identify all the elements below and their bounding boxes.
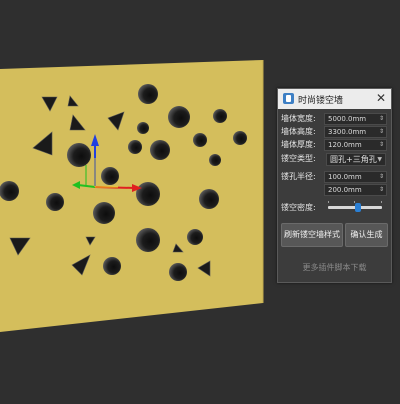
radius-min-spinner[interactable]: 100.0mm ⇕ (324, 171, 387, 183)
wall-height-value: 3300.0mm (328, 128, 367, 136)
slider-tick (328, 201, 329, 203)
density-slider[interactable] (328, 201, 382, 212)
chevron-down-icon[interactable]: ▼ (377, 154, 382, 165)
radius-label: 镂孔半径: (281, 172, 316, 181)
wall-thickness-label: 墙体厚度: (281, 140, 316, 149)
spinner-arrows-icon[interactable]: ⇕ (379, 114, 384, 124)
hollow-type-label: 镂空类型: (281, 154, 316, 163)
radius-max-value: 200.0mm (328, 186, 362, 194)
hollow-type-value: 圆孔+三角孔 (330, 155, 377, 164)
spinner-arrows-icon[interactable]: ⇕ (379, 127, 384, 137)
wall-width-spinner[interactable]: 5000.0mm ⇕ (324, 113, 387, 125)
density-slider-thumb[interactable] (354, 203, 361, 212)
wall-width-value: 5000.0mm (328, 115, 367, 123)
radius-min-value: 100.0mm (328, 173, 362, 181)
plugin-panel: 时尚镂空墙 ✕ 墙体宽度: 5000.0mm ⇕ 墙体高度: 3300.0mm … (277, 88, 392, 283)
wall-height-spinner[interactable]: 3300.0mm ⇕ (324, 126, 387, 138)
wall-width-label: 墙体宽度: (281, 114, 316, 123)
spinner-arrows-icon[interactable]: ⇕ (379, 172, 384, 182)
confirm-generate-button[interactable]: 确认生成 (345, 223, 388, 247)
radius-max-spinner[interactable]: 200.0mm ⇕ (324, 184, 387, 196)
wall-thickness-value: 120.0mm (328, 141, 362, 149)
hollow-wall[interactable] (0, 60, 263, 332)
close-icon[interactable]: ✕ (376, 91, 386, 105)
wall-height-label: 墙体高度: (281, 127, 316, 136)
refresh-style-button[interactable]: 刷新镂空墙样式 (281, 223, 343, 247)
spinner-arrows-icon[interactable]: ⇕ (379, 185, 384, 195)
app-icon (283, 93, 294, 104)
panel-titlebar[interactable]: 时尚镂空墙 ✕ (278, 89, 391, 109)
slider-tick (381, 201, 382, 203)
density-label: 镂空密度: (281, 203, 316, 212)
spinner-arrows-icon[interactable]: ⇕ (379, 140, 384, 150)
wall-thickness-spinner[interactable]: 120.0mm ⇕ (324, 139, 387, 151)
panel-title: 时尚镂空墙 (298, 96, 344, 106)
more-plugins-link[interactable]: 更多插件脚本下载 (278, 262, 391, 273)
hollow-type-select[interactable]: 圆孔+三角孔 ▼ (326, 153, 386, 166)
